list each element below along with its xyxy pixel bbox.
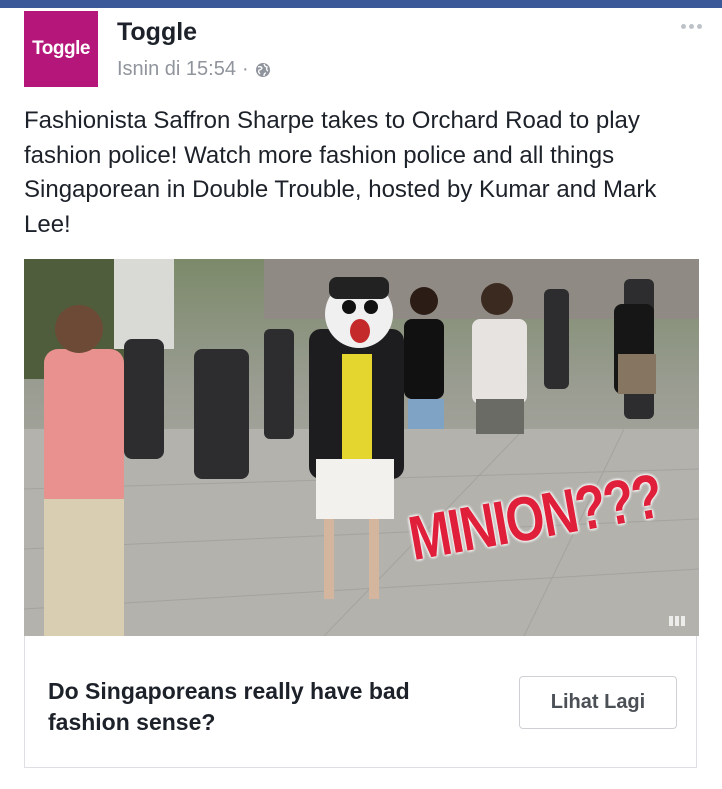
see-more-button[interactable]: Lihat Lagi — [519, 676, 677, 729]
meta-separator: · — [241, 58, 249, 80]
globe-icon[interactable] — [255, 62, 271, 78]
link-preview-card[interactable]: Do Singaporeans really have bad fashion … — [24, 636, 697, 768]
video-watermark-icon — [669, 616, 685, 626]
street-scene-image — [24, 259, 699, 636]
link-caption[interactable]: Do Singaporeans really have bad fashion … — [48, 676, 488, 738]
page-avatar[interactable]: Toggle — [24, 11, 98, 87]
page-name-link[interactable]: Toggle — [117, 18, 197, 47]
avatar-logo-text: Toggle — [32, 38, 90, 59]
video-thumbnail[interactable]: MINION??? — [24, 259, 699, 636]
post-timestamp[interactable]: Isnin di 15:54 — [117, 58, 236, 81]
post-text: Fashionista Saffron Sharpe takes to Orch… — [24, 107, 657, 238]
top-bar — [0, 0, 722, 8]
post-meta: Isnin di 15:54 · — [117, 58, 271, 81]
more-options-icon[interactable] — [681, 24, 702, 29]
